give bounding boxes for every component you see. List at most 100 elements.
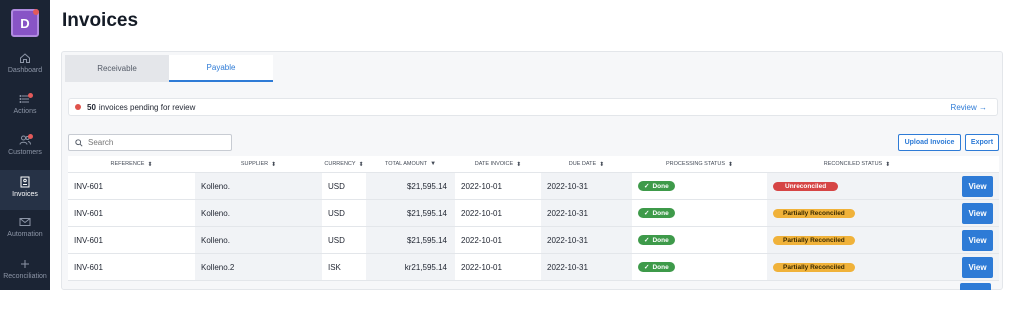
workspace-avatar-letter: D [20,15,30,31]
sidebar-item-label: Actions [13,108,37,115]
cell-processing: ✓ Done [632,227,767,253]
status-badge-label: Done [652,209,669,217]
view-button[interactable]: View [962,256,993,278]
sidebar-item-automation[interactable]: Automation [0,216,50,256]
column-header-processing-status[interactable]: PROCESSING STATUS ⬍ [632,161,767,168]
sidebar-item-label: Reconciliation [3,273,47,280]
invoice-icon [20,176,30,188]
column-header-label: DATE INVOICE [474,161,514,167]
sidebar-item-label: Invoices [12,191,38,198]
sort-desc-icon: ▼ [430,161,437,167]
view-button[interactable] [960,283,991,290]
sidebar-item-reconciliation[interactable]: Reconciliation [0,258,50,298]
cell-currency: USD [328,181,345,191]
plus-icon [21,260,29,268]
status-badge-done: ✓ Done [638,262,675,272]
notification-dot [28,134,33,139]
cell-currency: USD [328,208,345,218]
sort-icon: ⬍ [728,161,734,168]
search-input[interactable] [88,138,218,147]
sort-icon: ⬍ [358,161,364,168]
sidebar-item-label: Dashboard [7,67,43,74]
sidebar-item-actions[interactable]: Actions [0,93,50,133]
view-button[interactable]: View [962,229,993,251]
upload-invoice-button[interactable]: Upload Invoice [898,134,961,151]
status-badge-label: Done [652,263,669,271]
cell-supplier: Kolleno. [195,173,322,199]
cell-currency: USD [328,235,345,245]
column-header-reference[interactable]: REFERENCE ⬍ [68,161,195,168]
alert-dot [75,104,81,110]
check-icon: ✓ [644,264,650,271]
notification-dot [28,93,33,98]
cell-amount: $21,595.14 [366,227,455,253]
home-icon [20,53,30,63]
sidebar: D Dashboard Actions Customers Invoices A… [0,0,50,290]
cell-reference: INV-601 [74,181,103,191]
column-header-due-date[interactable]: DUE DATE ⬍ [541,160,632,168]
cell-processing: ✓ Done [632,173,767,199]
sort-icon: ⬍ [885,161,891,168]
table-row[interactable]: INV-601 Kolleno. USD $21,595.14 2022-10-… [68,200,999,227]
status-badge-done: ✓ Done [638,181,675,191]
search-icon [75,138,83,147]
cell-action: View [947,227,999,253]
pending-count: 50 [87,102,96,112]
cell-currency: ISK [328,262,341,272]
cell-amount: $21,595.14 [366,200,455,226]
cell-reference: INV-601 [74,262,103,272]
sidebar-item-dashboard[interactable]: Dashboard [0,52,50,92]
search-box [68,134,232,151]
cell-processing: ✓ Done [632,254,767,280]
tab-receivable[interactable]: Receivable [65,55,169,82]
mail-icon [19,218,31,226]
pending-text: invoices pending for review [98,102,196,112]
column-header-currency[interactable]: CURRENCY ⬍ [322,161,366,168]
cell-reconciled: Partially Reconciled [767,227,947,253]
sort-icon: ⬍ [271,161,277,168]
tab-payable[interactable]: Payable [169,55,273,82]
column-header-label: RECONCILED STATUS [823,161,883,167]
page-title: Invoices [62,10,139,31]
cell-due-date: 2022-10-31 [541,200,632,226]
cell-action: View [947,254,999,280]
sidebar-item-customers[interactable]: Customers [0,134,50,174]
status-badge-done: ✓ Done [638,208,675,218]
cell-date-invoice: 2022-10-01 [461,181,502,191]
cell-amount: kr21,595.14 [366,254,455,280]
status-badge-unreconciled: Unreconciled [773,181,839,191]
cell-processing: ✓ Done [632,200,767,226]
view-button[interactable]: View [962,175,993,197]
column-header-label: REFERENCE [110,161,145,167]
sidebar-item-label: Customers [8,149,42,156]
invoices-table: REFERENCE ⬍ SUPPLIER ⬍ CURRENCY ⬍ TOTAL AMO… [68,156,999,281]
sort-icon: ⬍ [599,161,605,168]
cell-due-date: 2022-10-31 [541,254,632,280]
table-row[interactable]: INV-601 Kolleno.2 ISK kr21,595.14 2022-1… [68,254,999,281]
table-row[interactable]: INV-601 Kolleno. USD $21,595.14 2022-10-… [68,227,999,254]
column-header-total-amount[interactable]: TOTAL AMOUNT ▼ [366,161,455,167]
sort-icon: ⬍ [147,161,153,168]
export-button[interactable]: Export [965,134,999,151]
table-row[interactable]: INV-601 Kolleno. USD $21,595.14 2022-10-… [68,173,999,200]
table-header: REFERENCE ⬍ SUPPLIER ⬍ CURRENCY ⬍ TOTAL AMO… [68,156,999,173]
column-header-label: CURRENCY [324,161,356,167]
invoices-panel: Receivable Payable 50 invoices pending f… [61,51,1003,290]
cell-action: View [947,200,999,226]
column-header-label: DUE DATE [568,161,597,167]
view-button[interactable]: View [962,202,993,224]
cell-due-date: 2022-10-31 [541,227,632,253]
status-badge-partially-reconciled: Partially Reconciled [773,208,855,218]
cell-reconciled: Partially Reconciled [767,254,947,280]
column-header-date-invoice[interactable]: DATE INVOICE ⬍ [455,161,541,168]
cell-due-date: 2022-10-31 [541,173,632,199]
workspace-avatar[interactable]: D [11,9,39,37]
review-link[interactable]: Review → [951,103,987,112]
column-header-label: TOTAL AMOUNT [384,161,428,167]
status-badge-partially-reconciled: Partially Reconciled [773,262,855,272]
column-header-supplier[interactable]: SUPPLIER ⬍ [195,160,322,168]
cell-supplier: Kolleno.2 [195,254,322,280]
sidebar-item-label: Automation [7,231,43,238]
column-header-reconciled-status[interactable]: RECONCILED STATUS ⬍ [767,160,947,168]
sidebar-item-invoices[interactable]: Invoices [0,170,50,210]
